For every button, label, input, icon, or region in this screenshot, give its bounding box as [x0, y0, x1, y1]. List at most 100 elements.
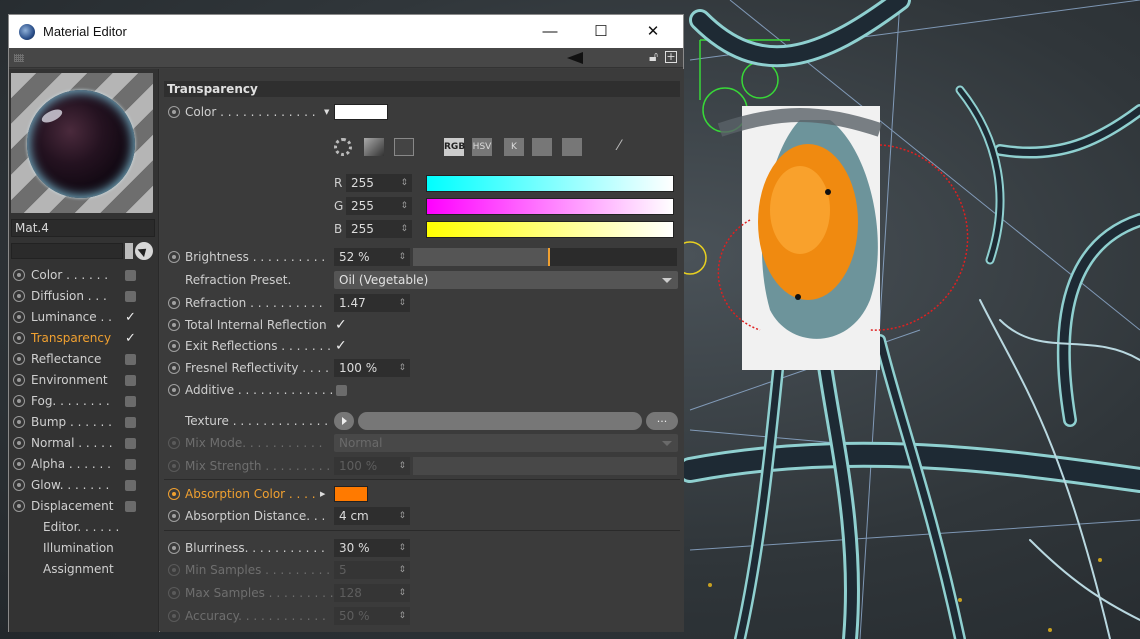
title-bar[interactable]: Material Editor — ☐ ✕ [9, 15, 683, 48]
swatches-icon[interactable] [562, 138, 582, 156]
spinner-icon[interactable]: ⇕ [400, 220, 408, 238]
channel-radio[interactable] [13, 374, 25, 386]
item-illumination[interactable]: Illumination [13, 538, 155, 558]
item-editor[interactable]: Editor. . . . . . [13, 517, 155, 537]
absorption-color-animate-radio[interactable] [168, 488, 180, 500]
image-icon[interactable] [394, 138, 414, 156]
material-preview[interactable] [11, 73, 153, 213]
spinner-icon[interactable]: ⇕ [400, 197, 408, 215]
channel-radio[interactable] [13, 332, 25, 344]
mixer-icon[interactable] [532, 138, 552, 156]
color-wheel-icon[interactable] [334, 138, 352, 156]
material-name-field[interactable]: Mat.4 [11, 219, 155, 237]
spinner-icon[interactable]: ⇕ [398, 539, 406, 557]
blurriness-animate-radio[interactable] [168, 542, 180, 554]
channel-checkbox[interactable]: ✓ [125, 311, 136, 324]
channel-transparency[interactable]: Transparency ✓ [13, 328, 155, 348]
green-gradient-bar[interactable] [426, 198, 674, 215]
color-swatch[interactable] [334, 104, 388, 120]
exit-reflections-animate-radio[interactable] [168, 340, 180, 352]
texture-field[interactable] [358, 412, 642, 430]
blurriness-field[interactable]: 30 % ⇕ [334, 539, 410, 557]
pick-object-icon[interactable] [135, 242, 153, 260]
blue-gradient-bar[interactable] [426, 221, 674, 238]
channel-checkbox[interactable] [125, 459, 136, 470]
absorption-distance-field[interactable]: 4 cm ⇕ [334, 507, 410, 525]
tir-checkbox[interactable]: ✓ [335, 316, 347, 334]
brightness-slider[interactable] [413, 248, 677, 266]
close-button[interactable]: ✕ [630, 17, 676, 47]
spinner-icon[interactable]: ⇕ [400, 174, 408, 192]
menu-grip-icon[interactable] [14, 54, 24, 62]
lock-icon[interactable]: 🔓︎ [649, 49, 658, 65]
channel-bump[interactable]: Bump . . . . . . [13, 412, 155, 432]
refraction-animate-radio[interactable] [168, 297, 180, 309]
blue-value-field[interactable]: 255 ⇕ [346, 220, 412, 238]
channel-normal[interactable]: Normal . . . . . [13, 433, 155, 453]
channel-radio[interactable] [13, 311, 25, 323]
channel-checkbox[interactable] [125, 417, 136, 428]
texture-expand-button[interactable] [334, 412, 354, 430]
channel-checkbox[interactable] [125, 438, 136, 449]
channel-checkbox[interactable] [125, 291, 136, 302]
red-gradient-bar[interactable] [426, 175, 674, 192]
tir-animate-radio[interactable] [168, 319, 180, 331]
fresnel-field[interactable]: 100 % ⇕ [334, 359, 410, 377]
green-value-field[interactable]: 255 ⇕ [346, 197, 412, 215]
absorption-distance-animate-radio[interactable] [168, 510, 180, 522]
spinner-icon[interactable]: ⇕ [398, 248, 406, 266]
absorption-color-swatch[interactable] [334, 486, 368, 502]
channel-checkbox[interactable] [125, 396, 136, 407]
material-link-field[interactable] [11, 243, 123, 259]
refraction-field[interactable]: 1.47 ⇕ [334, 294, 410, 312]
spectrum-icon[interactable] [364, 138, 384, 156]
channel-radio[interactable] [13, 479, 25, 491]
material-link-arrow-button[interactable] [125, 243, 133, 259]
channel-checkbox[interactable]: ✓ [125, 332, 136, 345]
additive-animate-radio[interactable] [168, 384, 180, 396]
channel-radio[interactable] [13, 353, 25, 365]
additive-checkbox[interactable] [336, 385, 347, 396]
channel-checkbox[interactable] [125, 480, 136, 491]
channel-diffusion[interactable]: Diffusion . . . [13, 286, 155, 306]
channel-checkbox[interactable] [125, 375, 136, 386]
channel-checkbox[interactable] [125, 354, 136, 365]
rgb-mode-button[interactable]: RGB [444, 138, 465, 156]
channel-checkbox[interactable] [125, 270, 136, 281]
channel-radio[interactable] [13, 269, 25, 281]
channel-color[interactable]: Color . . . . . . [13, 265, 155, 285]
brightness-animate-radio[interactable] [168, 251, 180, 263]
channel-glow[interactable]: Glow. . . . . . . [13, 475, 155, 495]
brightness-field[interactable]: 52 % ⇕ [334, 248, 410, 266]
channel-checkbox[interactable] [125, 501, 136, 512]
channel-displacement[interactable]: Displacement [13, 496, 155, 516]
color-animate-radio[interactable] [168, 106, 180, 118]
texture-browse-button[interactable]: ... [646, 412, 678, 430]
channel-fog[interactable]: Fog. . . . . . . . [13, 391, 155, 411]
maximize-button[interactable]: ☐ [578, 17, 624, 47]
channel-radio[interactable] [13, 437, 25, 449]
channel-reflectance[interactable]: Reflectance [13, 349, 155, 369]
spinner-icon[interactable]: ⇕ [398, 294, 406, 312]
spinner-icon[interactable]: ⇕ [398, 507, 406, 525]
channel-luminance[interactable]: Luminance . . ✓ [13, 307, 155, 327]
channel-environment[interactable]: Environment [13, 370, 155, 390]
eyedropper-icon[interactable]: ⁄ [618, 138, 638, 156]
channel-radio[interactable] [13, 290, 25, 302]
expand-triangle-icon[interactable]: ▶ [320, 485, 325, 503]
channel-radio[interactable] [13, 416, 25, 428]
channel-radio[interactable] [13, 458, 25, 470]
channel-radio[interactable] [13, 500, 25, 512]
red-value-field[interactable]: 255 ⇕ [346, 174, 412, 192]
minimize-button[interactable]: — [527, 17, 573, 47]
kelvin-mode-button[interactable]: K [504, 138, 524, 156]
back-arrow-icon[interactable] [567, 52, 583, 64]
refraction-preset-dropdown[interactable]: Oil (Vegetable) [334, 271, 678, 289]
item-assignment[interactable]: Assignment [13, 559, 155, 579]
fresnel-animate-radio[interactable] [168, 362, 180, 374]
new-window-icon[interactable]: + [665, 51, 677, 63]
spinner-icon[interactable]: ⇕ [398, 359, 406, 377]
exit-reflections-checkbox[interactable]: ✓ [335, 337, 347, 355]
channel-radio[interactable] [13, 395, 25, 407]
channel-alpha[interactable]: Alpha . . . . . . [13, 454, 155, 474]
